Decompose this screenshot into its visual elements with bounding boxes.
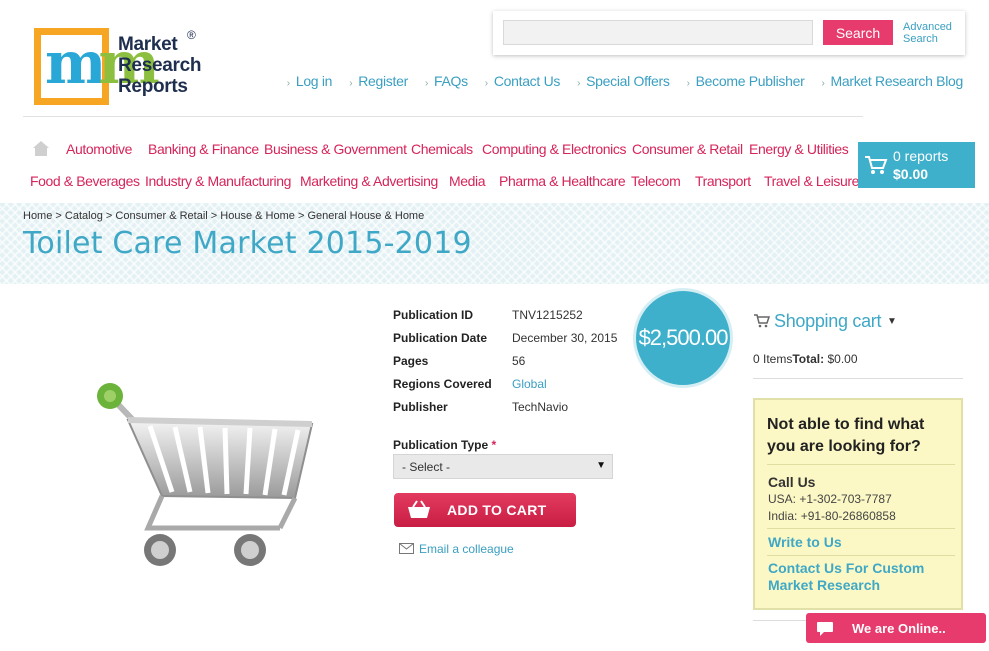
special-offers-link[interactable]: › Special Offers: [577, 73, 670, 89]
add-to-cart-button[interactable]: ADD TO CART: [394, 493, 576, 527]
nav-food-beverages[interactable]: Food & Beverages: [30, 173, 140, 189]
breadcrumb-consumer-retail[interactable]: Consumer & Retail: [115, 210, 207, 222]
nav-chemicals[interactable]: Chemicals: [411, 141, 473, 157]
basket-icon: [408, 500, 430, 518]
price-value: $2,500.00: [638, 325, 729, 350]
logo-text: Market Research Reports: [118, 34, 202, 97]
arrow-icon: ›: [577, 78, 581, 89]
chat-bubble-icon: [817, 622, 833, 636]
market-research-blog-link[interactable]: › Market Research Blog: [821, 73, 963, 89]
live-chat-button[interactable]: We are Online..: [806, 613, 986, 643]
register-link[interactable]: › Register: [349, 73, 408, 89]
divider: [753, 378, 963, 379]
cart-summary-button[interactable]: 0 reports $0.00: [858, 142, 975, 188]
publication-type-label: Publication Type *: [393, 438, 497, 452]
arrow-icon: ›: [484, 78, 488, 89]
faqs-link[interactable]: › FAQs: [425, 73, 468, 89]
registered-mark: ®: [187, 28, 196, 42]
detail-label: Regions Covered: [393, 377, 492, 391]
arrow-icon: ›: [424, 78, 428, 89]
nav-pharma-healthcare[interactable]: Pharma & Healthcare: [499, 173, 626, 189]
nav-computing-electronics[interactable]: Computing & Electronics: [482, 141, 626, 157]
phone-usa: USA: +1-302-703-7787: [768, 492, 892, 506]
search-button[interactable]: Search: [823, 20, 893, 45]
contact-us-link[interactable]: › Contact Us: [484, 73, 561, 89]
arrow-icon: ›: [821, 78, 825, 89]
category-nav-row-2: Food & Beverages Industry & Manufacturin…: [0, 173, 860, 191]
divider: [767, 555, 955, 556]
divider: [23, 116, 863, 117]
search-bar: Search Advanced Search: [493, 11, 965, 55]
nav-energy-utilities[interactable]: Energy & Utilities: [749, 141, 849, 157]
detail-label: Pages: [393, 354, 429, 368]
write-to-us-link[interactable]: Write to Us: [768, 534, 842, 550]
nav-business-government[interactable]: Business & Government: [264, 141, 407, 157]
custom-research-link[interactable]: Contact Us For Custom Market Research: [768, 560, 958, 594]
arrow-icon: ›: [286, 78, 290, 89]
category-nav-row-1: Automotive Banking & Finance Business & …: [0, 141, 860, 159]
breadcrumb-sep: >: [210, 210, 218, 222]
detail-value: TNV1215252: [512, 308, 583, 322]
breadcrumb-sep: >: [55, 210, 62, 222]
nav-marketing-advertising[interactable]: Marketing & Advertising: [300, 173, 438, 189]
nav-consumer-retail[interactable]: Consumer & Retail: [632, 141, 743, 157]
arrow-icon: ›: [349, 78, 353, 89]
detail-label: Publisher: [393, 400, 448, 414]
help-box: Not able to find what you are looking fo…: [753, 398, 963, 610]
breadcrumb-house-home[interactable]: House & Home: [220, 210, 295, 222]
breadcrumb: Home > Catalog > Consumer & Retail > Hou…: [23, 210, 424, 222]
top-links: › Log in › Register › FAQs › Contact Us › Spe…: [270, 73, 964, 89]
nav-travel-leisure[interactable]: Travel & Leisure: [764, 173, 859, 189]
page-title: Toilet Care Market 2015-2019: [23, 226, 472, 261]
detail-value: TechNavio: [512, 400, 569, 414]
nav-media[interactable]: Media: [449, 173, 486, 189]
login-link[interactable]: › Log in: [286, 73, 333, 89]
breadcrumb-catalog[interactable]: Catalog: [65, 210, 103, 222]
cart-total: $0.00: [893, 166, 929, 182]
breadcrumb-sep: >: [105, 210, 113, 222]
breadcrumb-home[interactable]: Home: [23, 210, 52, 222]
become-publisher-link[interactable]: › Become Publisher: [687, 73, 805, 89]
nav-transport[interactable]: Transport: [695, 173, 751, 189]
nav-automotive[interactable]: Automotive: [66, 141, 132, 157]
breadcrumb-general-house-home[interactable]: General House & Home: [307, 210, 424, 222]
cart-icon: [754, 314, 770, 328]
cart-count: 0 reports: [893, 148, 949, 164]
help-question: Not able to find what you are looking fo…: [767, 416, 925, 455]
regions-link[interactable]: Global: [512, 377, 547, 391]
detail-value: 56: [512, 354, 526, 368]
publication-type-select[interactable]: - Select - ▼: [393, 454, 613, 479]
shopping-cart-product-image: [97, 383, 314, 566]
arrow-icon: ›: [686, 78, 690, 89]
detail-value: December 30, 2015: [512, 331, 618, 345]
divider: [767, 528, 955, 529]
detail-label: Publication Date: [393, 331, 488, 345]
phone-india: India: +91-80-26860858: [768, 509, 896, 523]
shopping-cart-items: 0 ItemsTotal: $0.00: [753, 352, 858, 366]
envelope-icon: [399, 543, 414, 554]
search-input[interactable]: [503, 20, 813, 45]
chevron-down-icon: ▼: [887, 316, 897, 327]
logo-mark: mm: [34, 28, 160, 105]
call-us-title: Call Us: [768, 474, 816, 490]
nav-industry-manufacturing[interactable]: Industry & Manufacturing: [145, 173, 291, 189]
site-logo[interactable]: mm Market Research Reports ®: [34, 28, 204, 108]
nav-banking-finance[interactable]: Banking & Finance: [148, 141, 259, 157]
price-badge: $2,500.00: [633, 288, 733, 388]
cart-icon: [865, 156, 888, 174]
advanced-search-link[interactable]: Advanced Search: [903, 21, 958, 45]
breadcrumb-sep: >: [297, 210, 305, 222]
detail-label: Publication ID: [393, 308, 474, 322]
divider: [767, 464, 955, 465]
nav-telecom[interactable]: Telecom: [631, 173, 681, 189]
chevron-down-icon: ▼: [596, 460, 606, 471]
